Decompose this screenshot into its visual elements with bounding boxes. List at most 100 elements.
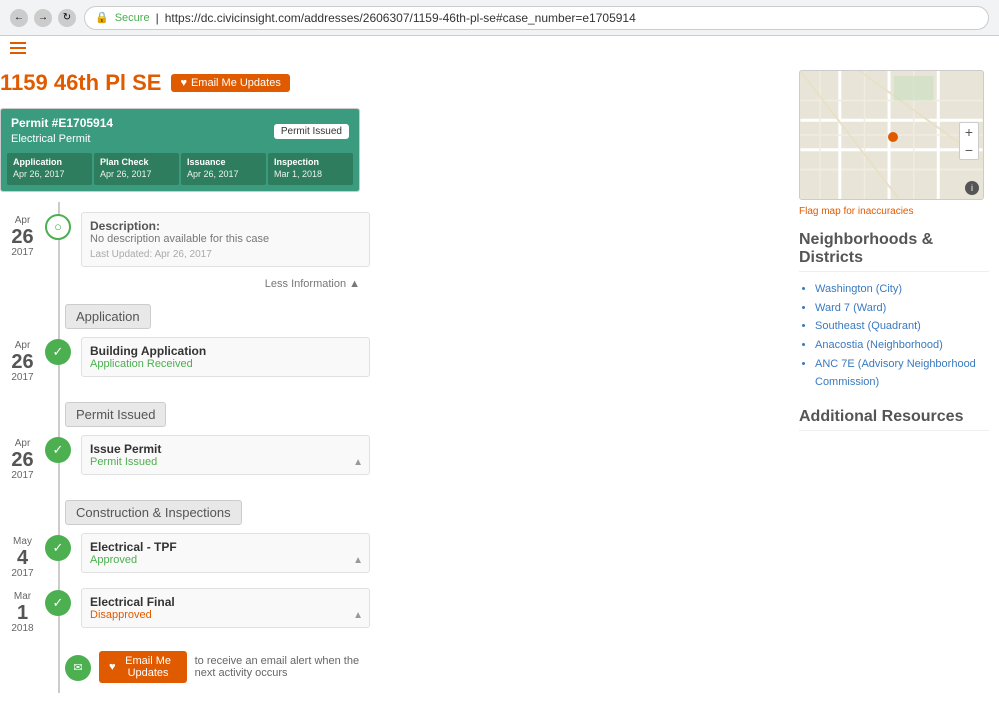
- building-app-title: Building Application: [90, 344, 361, 358]
- timeline-icon-tpf: ✓: [45, 535, 71, 561]
- main-content: 1159 46th Pl SE ♥ Email Me Updates Permi…: [0, 60, 799, 713]
- reload-button[interactable]: ↻: [58, 9, 76, 27]
- page-container: 1159 46th Pl SE ♥ Email Me Updates Permi…: [0, 60, 999, 713]
- section-permit-issued-label: Permit Issued: [65, 402, 166, 427]
- timeline-date-final: Mar 1 2018: [0, 588, 45, 635]
- description-content: Description: No description available fo…: [81, 212, 370, 267]
- expand-icon-final[interactable]: ▲: [353, 610, 363, 621]
- progress-steps: Application Apr 26, 2017 Plan Check Apr …: [1, 153, 359, 190]
- day-app: 26: [0, 352, 45, 372]
- address-bar[interactable]: 🔒 Secure | https://dc.civicinsight.com/a…: [84, 6, 989, 30]
- back-button[interactable]: ←: [10, 9, 28, 27]
- timeline-icon-1: ○: [45, 214, 71, 240]
- email-cta-text: to receive an email alert when the next …: [195, 655, 370, 679]
- month-final: Mar: [0, 591, 45, 603]
- map-zoom-controls: + −: [959, 122, 979, 160]
- browser-chrome: ← → ↻ 🔒 Secure | https://dc.civicinsight…: [0, 0, 999, 36]
- page-title: 1159 46th Pl SE: [0, 70, 161, 96]
- month-permit: Apr: [0, 438, 45, 450]
- timeline-date-tpf: May 4 2017: [0, 533, 45, 580]
- forward-button[interactable]: →: [34, 9, 52, 27]
- nav-buttons: ← → ↻: [10, 9, 76, 27]
- permit-card: Permit #E1705914 Electrical Permit Permi…: [0, 108, 360, 192]
- step-application-date: Apr 26, 2017: [13, 169, 86, 181]
- day-1: 26: [0, 227, 45, 247]
- url-text: https://dc.civicinsight.com/addresses/26…: [165, 11, 636, 25]
- email-updates-button[interactable]: ♥ Email Me Updates: [171, 74, 289, 92]
- expand-icon-permit[interactable]: ▲: [353, 457, 363, 468]
- hamburger-menu[interactable]: [10, 42, 26, 54]
- neighborhood-washington[interactable]: Washington (City): [815, 280, 989, 299]
- neighborhoods-title: Neighborhoods & Districts: [799, 231, 989, 272]
- step-issuance-date: Apr 26, 2017: [187, 169, 260, 181]
- timeline-date-app: Apr 26 2017: [0, 337, 45, 384]
- permit-issued-content: Issue Permit Permit Issued ▲: [81, 435, 370, 475]
- permit-header-left: Permit #E1705914 Electrical Permit: [11, 115, 113, 147]
- email-cta-button[interactable]: ♥ Email Me Updates: [99, 651, 187, 683]
- description-text: No description available for this case: [90, 233, 361, 245]
- email-cta-btn-label: Email Me Updates: [120, 655, 177, 679]
- month-tpf: May: [0, 536, 45, 548]
- tpf-title: Electrical - TPF: [90, 540, 361, 554]
- zoom-in-button[interactable]: +: [960, 123, 978, 141]
- map-info-icon: i: [965, 181, 979, 195]
- year-permit: 2017: [0, 470, 45, 482]
- step-inspection-date: Mar 1, 2018: [274, 169, 347, 181]
- page-title-area: 1159 46th Pl SE ♥ Email Me Updates: [0, 70, 779, 96]
- timeline-date-1: Apr 26 2017: [0, 212, 45, 259]
- less-info-label: Less Information: [265, 278, 346, 290]
- map-container: + − i: [799, 70, 984, 200]
- neighborhood-ward7[interactable]: Ward 7 (Ward): [815, 299, 989, 318]
- step-plancheck-name: Plan Check: [100, 157, 173, 169]
- less-info-area: Less Information ▲: [0, 275, 360, 290]
- timeline-date-permit: Apr 26 2017: [0, 435, 45, 482]
- building-app-content: Building Application Application Receive…: [81, 337, 370, 377]
- timeline-entry-description: Apr 26 2017 ○ Description: No descriptio…: [0, 212, 370, 267]
- expand-icon-tpf[interactable]: ▲: [353, 555, 363, 566]
- step-inspection-name: Inspection: [274, 157, 347, 169]
- month-1: Apr: [0, 215, 45, 227]
- day-permit: 26: [0, 450, 45, 470]
- right-sidebar: + − i Flag map for inaccuracies Neighbor…: [799, 60, 999, 713]
- timeline-icon-app: ✓: [45, 339, 71, 365]
- timeline-entry-electrical-tpf: May 4 2017 ✓ Electrical - TPF Approved ▲: [0, 533, 370, 580]
- heart-icon: ♥: [180, 77, 187, 89]
- timeline-entry-electrical-final: Mar 1 2018 ✓ Electrical Final Disapprove…: [0, 588, 370, 635]
- step-application: Application Apr 26, 2017: [7, 153, 92, 184]
- step-issuance: Issuance Apr 26, 2017: [181, 153, 266, 184]
- ham-line-1: [10, 42, 26, 44]
- neighborhood-southeast[interactable]: Southeast (Quadrant): [815, 317, 989, 336]
- permit-type: Electrical Permit: [11, 132, 113, 147]
- email-btn-label: Email Me Updates: [191, 77, 281, 89]
- section-application-label: Application: [65, 304, 151, 329]
- neighborhoods-list: Washington (City) Ward 7 (Ward) Southeas…: [799, 280, 989, 392]
- tpf-sub: Approved: [90, 554, 361, 566]
- permit-header: Permit #E1705914 Electrical Permit Permi…: [1, 109, 359, 153]
- year-final: 2018: [0, 623, 45, 635]
- step-inspection: Inspection Mar 1, 2018: [268, 153, 353, 184]
- zoom-out-button[interactable]: −: [960, 141, 978, 159]
- day-tpf: 4: [0, 548, 45, 568]
- chevron-up-icon: ▲: [349, 278, 360, 290]
- tpf-content: Electrical - TPF Approved ▲: [81, 533, 370, 573]
- less-info-button[interactable]: Less Information ▲: [265, 278, 360, 290]
- timeline-icon-final: ✓: [45, 590, 71, 616]
- final-title: Electrical Final: [90, 595, 361, 609]
- final-content: Electrical Final Disapproved ▲: [81, 588, 370, 628]
- flag-map-link[interactable]: Flag map for inaccuracies: [799, 206, 989, 217]
- section-construction-label: Construction & Inspections: [65, 500, 242, 525]
- lock-icon: 🔒: [95, 11, 109, 24]
- step-application-name: Application: [13, 157, 86, 169]
- neighborhood-anc7e[interactable]: ANC 7E (Advisory Neighborhood Commission…: [815, 355, 989, 392]
- secure-label: Secure: [115, 12, 150, 24]
- logo-area: [0, 36, 999, 60]
- final-sub: Disapproved: [90, 609, 361, 621]
- permit-status-badge: Permit Issued: [274, 124, 349, 139]
- email-cta-area: ✉ ♥ Email Me Updates to receive an email…: [0, 643, 370, 683]
- year-app: 2017: [0, 372, 45, 384]
- pipe-separator: |: [156, 11, 159, 25]
- neighborhood-anacostia[interactable]: Anacostia (Neighborhood): [815, 336, 989, 355]
- permit-number: Permit #E1705914: [11, 115, 113, 132]
- description-label: Description:: [90, 219, 361, 233]
- year-1: 2017: [0, 247, 45, 259]
